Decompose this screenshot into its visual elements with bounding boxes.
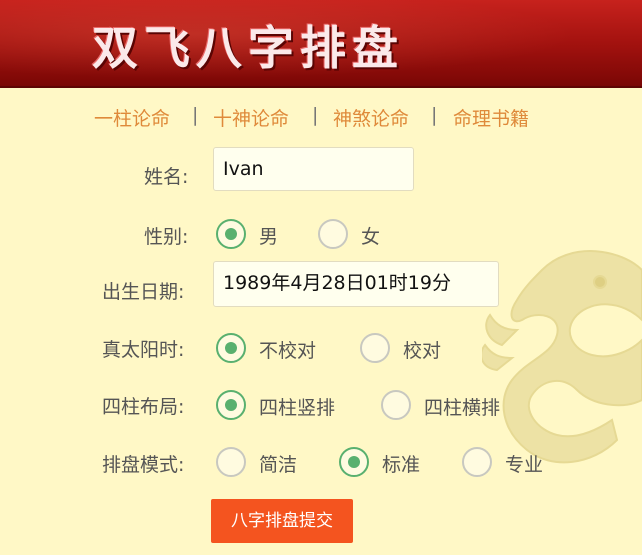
- mode-pro-radio[interactable]: [462, 447, 492, 477]
- submit-button[interactable]: 八字排盘提交: [211, 499, 353, 543]
- nav-link-books[interactable]: 命理书籍: [453, 104, 529, 131]
- nav-link-yizhu[interactable]: 一柱论命: [94, 104, 170, 131]
- mode-simple-radio[interactable]: [216, 447, 246, 477]
- mode-pro-label[interactable]: 专业: [505, 450, 543, 477]
- mode-standard-radio[interactable]: [339, 447, 369, 477]
- pillar-layout-label: 四柱布局:: [102, 396, 185, 418]
- gender-female-radio[interactable]: [318, 219, 348, 249]
- layout-horizontal-radio[interactable]: [381, 390, 411, 420]
- nav-link-shensha[interactable]: 神煞论命: [333, 104, 409, 131]
- dragon-watermark-icon: [482, 250, 642, 464]
- nav-separator: |: [192, 104, 199, 126]
- nav-separator: |: [312, 104, 319, 126]
- birth-date-input[interactable]: 1989年4月28日01时19分: [213, 261, 499, 307]
- chart-mode-label: 排盘模式:: [102, 454, 185, 476]
- gender-female-label[interactable]: 女: [361, 222, 380, 249]
- layout-vertical-radio[interactable]: [216, 390, 246, 420]
- header-banner: 双飞八字排盘: [0, 0, 642, 88]
- solar-check-radio[interactable]: [360, 333, 390, 363]
- solar-check-label[interactable]: 校对: [403, 336, 441, 363]
- mode-standard-label[interactable]: 标准: [382, 450, 420, 477]
- gender-label: 性别:: [144, 226, 189, 248]
- name-input[interactable]: Ivan: [213, 147, 414, 191]
- nav-separator: |: [431, 104, 438, 126]
- gender-male-label[interactable]: 男: [259, 222, 278, 249]
- solar-time-label: 真太阳时:: [102, 339, 185, 361]
- name-label: 姓名:: [144, 166, 189, 188]
- solar-no-check-label[interactable]: 不校对: [259, 336, 316, 363]
- layout-vertical-label[interactable]: 四柱竖排: [259, 393, 335, 420]
- nav-link-shishen[interactable]: 十神论命: [213, 104, 289, 131]
- birth-date-label: 出生日期:: [102, 281, 185, 303]
- mode-simple-label[interactable]: 简洁: [259, 450, 297, 477]
- site-title: 双飞八字排盘: [92, 21, 404, 75]
- gender-male-radio[interactable]: [216, 219, 246, 249]
- solar-no-check-radio[interactable]: [216, 333, 246, 363]
- layout-horizontal-label[interactable]: 四柱横排: [424, 393, 500, 420]
